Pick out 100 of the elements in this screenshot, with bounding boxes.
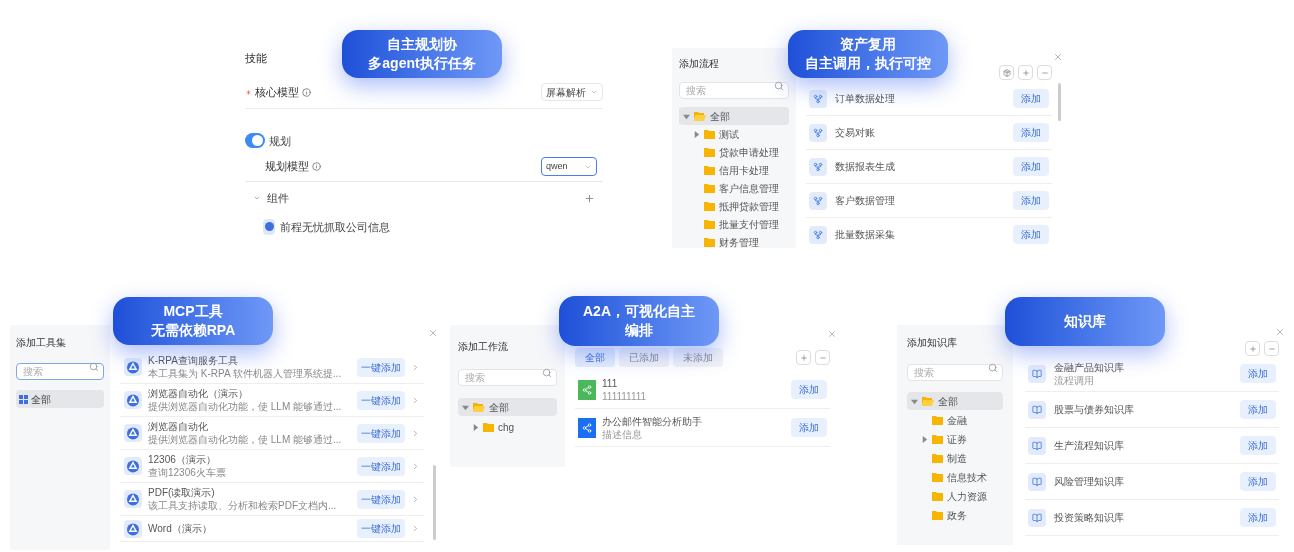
tree-item[interactable]: 全部 [679, 107, 789, 125]
section-title: 技能 [245, 51, 267, 66]
search-field[interactable]: 搜索 [16, 363, 104, 380]
add-button[interactable]: 一键添加 [357, 456, 405, 476]
scrollbar[interactable] [1058, 83, 1061, 121]
toggle-switch[interactable] [245, 133, 265, 149]
folder-icon [483, 422, 494, 432]
filter-tab[interactable]: 已添加 [619, 348, 669, 367]
folder-icon [704, 219, 715, 229]
caret-down-icon[interactable] [683, 112, 690, 120]
knowledge-description: 流程调用 [1054, 373, 1095, 387]
fork-icon [809, 157, 827, 176]
grid-icon [19, 394, 28, 404]
chevron-right-icon[interactable] [411, 524, 420, 533]
tree-item[interactable]: 全部 [458, 398, 557, 416]
tree-item[interactable]: 证券 [907, 430, 1003, 448]
close-icon[interactable] [428, 328, 438, 338]
knowledge-name: 风险管理知识库 [1054, 475, 1125, 488]
add-button[interactable]: 一键添加 [357, 423, 405, 443]
folder-icon [932, 434, 943, 444]
add-icon-button[interactable] [1018, 65, 1033, 80]
chevron-right-icon[interactable] [411, 494, 420, 504]
folder-icon [932, 453, 943, 463]
toggle-label: 规划 [269, 133, 291, 149]
knowledge-name: 投资策略知识库 [1054, 511, 1125, 524]
model-select[interactable]: 屏幕解析 [541, 83, 603, 101]
caret-down-icon[interactable] [462, 403, 469, 411]
knowledge-name: 生产流程知识库 [1054, 439, 1125, 452]
filter-tab[interactable]: 未添加 [673, 348, 723, 367]
tool-name: 浏览器自动化（演示） [148, 387, 249, 400]
tree-item[interactable]: 批量支付管理 [679, 215, 789, 233]
package-button[interactable] [999, 65, 1014, 80]
close-icon[interactable] [1275, 327, 1285, 337]
add-button[interactable]: 添加 [1013, 123, 1049, 142]
add-button[interactable]: 添加 [1013, 191, 1049, 210]
close-icon[interactable] [1053, 52, 1063, 62]
flow-name: 数据报表生成 [835, 160, 896, 174]
add-button[interactable]: 添加 [1240, 436, 1276, 455]
workflow-name: 111 [602, 376, 619, 390]
triangle-logo-icon [124, 457, 142, 475]
book-icon [1028, 400, 1046, 419]
caret-right-icon[interactable] [693, 130, 700, 138]
tree-item[interactable]: 制造 [907, 449, 1003, 467]
caret-down-icon[interactable] [911, 397, 918, 405]
knowledge-name: 金融产品知识库 [1054, 360, 1125, 374]
add-button[interactable]: 一键添加 [357, 390, 405, 410]
add-button[interactable]: 添加 [1240, 400, 1276, 419]
tree-item[interactable]: chg [458, 418, 557, 436]
triangle-logo-icon [124, 490, 142, 508]
add-button[interactable]: 添加 [1240, 472, 1276, 491]
add-icon[interactable] [584, 192, 595, 204]
close-icon[interactable] [827, 329, 837, 339]
scrollbar[interactable] [433, 465, 436, 540]
tree-item[interactable]: 财务管理 [679, 233, 789, 248]
add-button[interactable]: 添加 [1013, 225, 1049, 244]
chevron-right-icon[interactable] [411, 461, 420, 471]
component-name: 前程无忧抓取公司信息 [280, 219, 390, 235]
remove-icon-button[interactable] [815, 350, 830, 365]
flow-name: 客户数据管理 [835, 194, 896, 208]
tree-item[interactable]: 贷款申请处理 [679, 143, 789, 161]
add-button[interactable]: 一键添加 [357, 519, 405, 538]
tree-item[interactable]: 金融 [907, 411, 1003, 429]
add-button[interactable]: 添加 [1240, 364, 1276, 383]
add-icon-button[interactable] [1245, 341, 1260, 356]
tree-item[interactable]: 测试 [679, 125, 789, 143]
folder-icon [704, 147, 715, 157]
flow-name: 订单数据处理 [835, 92, 896, 106]
add-button[interactable]: 添加 [1013, 89, 1049, 108]
category-item[interactable]: 全部 [16, 390, 104, 408]
chevron-right-icon[interactable] [411, 362, 420, 372]
add-button[interactable]: 添加 [1240, 508, 1276, 527]
triangle-logo-icon [124, 424, 142, 442]
caret-right-icon[interactable] [472, 423, 479, 431]
remove-icon-button[interactable] [1264, 341, 1279, 356]
folder-icon [704, 165, 715, 175]
tree-item[interactable]: 客户信息管理 [679, 179, 789, 197]
tree-item[interactable]: 信息技术 [907, 468, 1003, 486]
filter-tab[interactable]: 全部 [575, 348, 615, 367]
add-button[interactable]: 添加 [791, 380, 827, 399]
add-icon-button[interactable] [796, 350, 811, 365]
remove-icon-button[interactable] [1037, 65, 1052, 80]
add-button[interactable]: 添加 [791, 418, 827, 437]
tree-item[interactable]: 全部 [907, 392, 1003, 410]
search-icon [542, 368, 552, 378]
chevron-right-icon[interactable] [411, 395, 420, 405]
add-button[interactable]: 一键添加 [357, 357, 405, 377]
folder-icon [704, 201, 715, 211]
tree-item[interactable]: 政务 [907, 506, 1003, 524]
tree-item[interactable]: 信用卡处理 [679, 161, 789, 179]
workflow-description: 描述信息 [602, 427, 643, 441]
add-button[interactable]: 添加 [1013, 157, 1049, 176]
tree-item[interactable]: 人力资源 [907, 487, 1003, 505]
chevron-right-icon[interactable] [411, 428, 420, 438]
add-button[interactable]: 一键添加 [357, 489, 405, 509]
fork-icon [809, 225, 827, 244]
model-select[interactable]: qwen [541, 157, 597, 176]
caret-right-icon[interactable] [921, 435, 928, 443]
tree-item[interactable]: 抵押贷款管理 [679, 197, 789, 215]
callout-text: 自主调用，执行可控 [805, 54, 931, 73]
field-label: 核心模型 [255, 84, 299, 100]
